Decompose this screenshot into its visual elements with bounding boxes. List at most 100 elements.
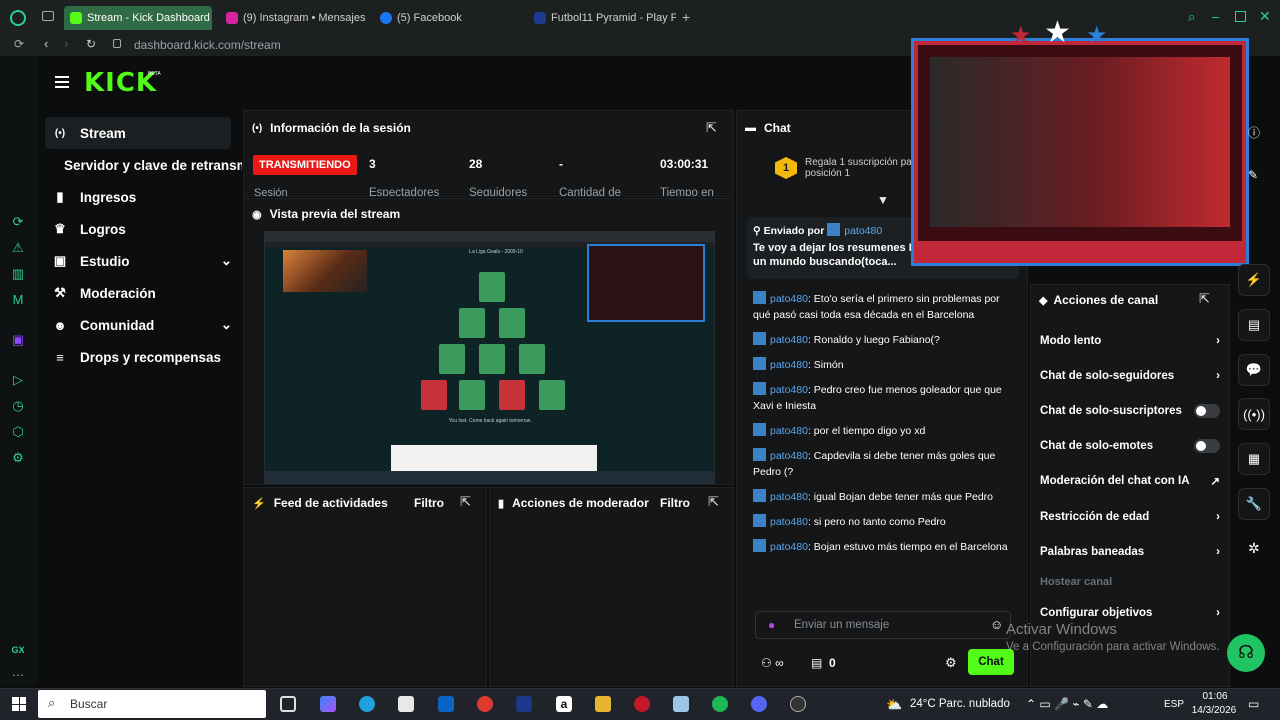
new-tab-icon[interactable]: + xyxy=(682,9,690,25)
quick-action-button[interactable]: ((•)) xyxy=(1238,398,1270,430)
tab-facebook[interactable]: (5) Facebook xyxy=(374,6,514,30)
opera-gx-icon[interactable] xyxy=(634,696,650,712)
more-icon[interactable]: … xyxy=(10,664,26,680)
action-emotes-only[interactable]: Chat de solo-emotes xyxy=(1040,435,1220,457)
amazon-icon[interactable]: a xyxy=(556,696,572,712)
quick-action-button[interactable]: ▤ xyxy=(1238,309,1270,341)
settings-icon[interactable]: ✲ xyxy=(1248,540,1260,557)
game-icon[interactable] xyxy=(516,696,532,712)
extensions-icon[interactable]: ⬡ xyxy=(10,424,26,440)
mail-icon[interactable] xyxy=(438,696,454,712)
action-age-restriction[interactable]: Restricción de edad › xyxy=(1040,506,1220,528)
edit-icon[interactable]: ✎ xyxy=(1248,168,1258,182)
tab-instagram[interactable]: (9) Instagram • Mensajes xyxy=(220,6,370,30)
mail-icon[interactable]: M xyxy=(10,292,26,308)
minimize-icon[interactable]: – xyxy=(1212,9,1219,24)
emoji-icon[interactable]: ☺ xyxy=(990,617,1003,632)
nav-moderacion[interactable]: ⚒ Moderación xyxy=(52,279,156,307)
url-field[interactable]: dashboard.kick.com/stream xyxy=(134,38,281,52)
maximize-icon[interactable] xyxy=(1235,11,1246,22)
gxcorner-icon[interactable]: ▥ xyxy=(10,266,26,282)
aria-icon[interactable]: ⟳ xyxy=(10,214,26,230)
nav-ingresos[interactable]: ▮ Ingresos xyxy=(52,183,136,211)
chat-message[interactable]: pato480: Eto'o sería el primero sin prob… xyxy=(753,291,1009,323)
back-icon[interactable]: ‹ xyxy=(44,36,48,51)
copilot-icon[interactable] xyxy=(320,696,336,712)
nav-estudio[interactable]: ▣ Estudio ⌄ xyxy=(52,247,232,275)
chrome-icon[interactable] xyxy=(477,696,493,712)
edge-icon[interactable] xyxy=(359,696,375,712)
chat-message[interactable]: pato480: Bojan estuvo más tiempo en el B… xyxy=(753,539,1009,555)
menu-icon[interactable] xyxy=(55,76,69,88)
chat-input-box[interactable]: ● Enviar un mensaje ☺ xyxy=(755,611,1011,639)
chat-message[interactable]: pato480: Ronaldo y luego Fabiano(? xyxy=(753,332,1009,348)
search-icon[interactable]: ⌕ xyxy=(1188,9,1195,25)
workspaces-icon[interactable] xyxy=(42,11,54,21)
language-indicator[interactable]: ESP xyxy=(1164,699,1184,710)
quick-action-button[interactable]: 🔧 xyxy=(1238,488,1270,520)
chat-message[interactable]: pato480: Capdevila si debe tener más gol… xyxy=(753,448,1009,480)
discord-icon[interactable] xyxy=(751,696,767,712)
kick-logo[interactable]: KICK xyxy=(84,68,157,98)
nav-logros[interactable]: ♛ Logros xyxy=(52,215,126,243)
obs-icon[interactable] xyxy=(790,696,806,712)
chat-message[interactable]: pato480: por el tiempo digo yo xd xyxy=(753,423,1009,439)
chat-message[interactable]: pato480: Pedro creo fue menos goleador q… xyxy=(753,382,1009,414)
chat-message[interactable]: pato480: Simón xyxy=(753,357,1009,373)
tray-icons[interactable]: ⌃ ▭ 🎤 ⌁ ✎ ☁ xyxy=(1026,697,1108,711)
clock-time[interactable]: 01:06 xyxy=(1200,691,1230,702)
popout-icon[interactable]: ⇱ xyxy=(706,120,717,136)
spotify-icon[interactable] xyxy=(712,696,728,712)
popout-icon[interactable]: ⇱ xyxy=(1199,291,1210,307)
app-icon[interactable] xyxy=(673,696,689,712)
action-ai-moderation[interactable]: Moderación del chat con IA ↗ xyxy=(1040,470,1220,492)
mic-icon[interactable]: ● xyxy=(768,618,775,632)
twitch-icon[interactable]: ▣ xyxy=(10,332,26,348)
action-subscribers-only[interactable]: Chat de solo-suscriptores xyxy=(1040,400,1220,422)
action-followers-only[interactable]: Chat de solo-seguidores › xyxy=(1040,365,1220,387)
quick-action-button[interactable]: ⚡ xyxy=(1238,264,1270,296)
stream-preview-video[interactable]: La Liga Goals - 2009-10 You lost. Come b… xyxy=(264,231,715,484)
chat-message[interactable]: pato480: si pero no tanto como Pedro xyxy=(753,514,1009,530)
clock-date[interactable]: 14/3/2026 xyxy=(1186,705,1242,716)
crypto-icon[interactable]: ⚠ xyxy=(10,240,26,256)
close-icon[interactable]: ✕ xyxy=(1259,8,1271,25)
notifications-icon[interactable]: ▭ xyxy=(1248,697,1259,711)
weather-text[interactable]: 24°C Parc. nublado xyxy=(910,698,1010,710)
emotes-toggle[interactable] xyxy=(1194,439,1220,453)
action-banned-words[interactable]: Palabras baneadas › xyxy=(1040,541,1220,563)
history-icon[interactable]: ◷ xyxy=(10,398,26,414)
nav-stream[interactable]: (•) Stream xyxy=(52,119,126,147)
windows-start-icon[interactable] xyxy=(12,697,26,711)
taskbar-search-box[interactable]: ⌕ Buscar xyxy=(38,690,266,718)
store-icon[interactable] xyxy=(398,696,414,712)
action-slow-mode[interactable]: Modo lento › xyxy=(1040,330,1220,352)
users-icon[interactable]: ⚇ ∞ xyxy=(761,656,784,670)
task-view-icon[interactable] xyxy=(280,696,296,712)
chat-input[interactable]: Enviar un mensaje xyxy=(794,619,889,631)
filter-icon[interactable]: ▼ xyxy=(877,193,889,207)
quick-action-button[interactable]: ▦ xyxy=(1238,443,1270,475)
gear-icon[interactable]: ⚙ xyxy=(945,655,957,671)
tab-futbol11[interactable]: Futbol11 Pyramid - Play Fo xyxy=(528,6,676,30)
popout-icon[interactable]: ⇱ xyxy=(460,494,471,510)
nav-comunidad[interactable]: ☻ Comunidad ⌄ xyxy=(52,311,232,339)
gx-icon[interactable]: GX xyxy=(10,642,26,658)
headset-icon[interactable]: ☊ xyxy=(1227,634,1265,672)
mod-filter-button[interactable]: Filtro xyxy=(660,496,690,510)
quick-action-button[interactable]: 💬 xyxy=(1238,354,1270,386)
nav-server-key[interactable]: Servidor y clave de retransm xyxy=(64,151,242,179)
tab-kick[interactable]: Stream - Kick Dashboard xyxy=(64,6,212,30)
opera-logo-icon[interactable] xyxy=(10,10,26,26)
sync-icon[interactable]: ⟳ xyxy=(14,37,24,51)
player-icon[interactable]: ▷ xyxy=(10,372,26,388)
settings-icon[interactable]: ⚙ xyxy=(10,450,26,466)
folder-icon[interactable] xyxy=(595,696,611,712)
popout-icon[interactable]: ⇱ xyxy=(708,494,719,510)
nav-drops[interactable]: ≡ Drops y recompensas xyxy=(52,343,221,371)
reload-icon[interactable]: ↻ xyxy=(86,37,96,51)
chat-message[interactable]: pato480: igual Bojan debe tener más que … xyxy=(753,489,1009,505)
subscribers-toggle[interactable] xyxy=(1194,404,1220,418)
info-icon[interactable]: ⓘ xyxy=(1248,124,1260,141)
feed-filter-button[interactable]: Filtro xyxy=(414,496,444,510)
